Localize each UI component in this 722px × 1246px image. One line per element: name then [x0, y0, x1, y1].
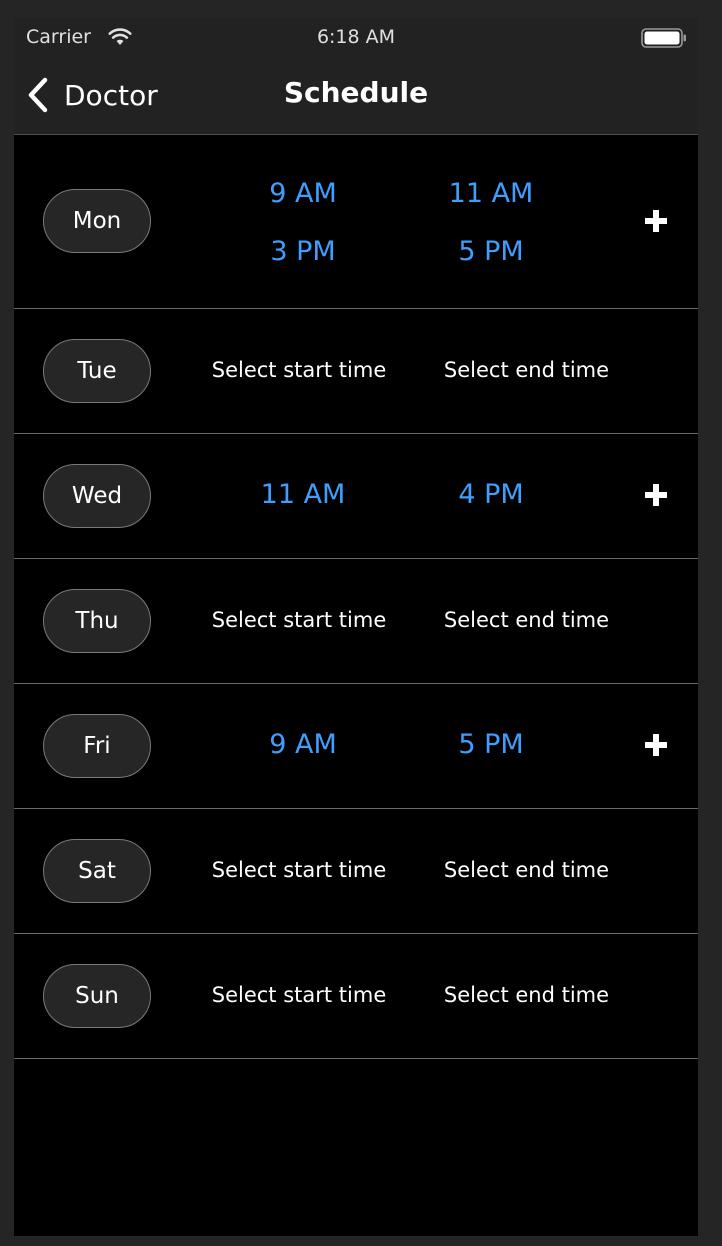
day-button-tue[interactable]: Tue	[43, 339, 151, 403]
battery-icon	[641, 28, 686, 48]
navigation-bar: Doctor Schedule	[14, 58, 698, 135]
day-row-sat: Sat Select start time Select end time	[14, 809, 698, 934]
status-bar: Carrier 6:18 AM	[14, 18, 698, 58]
day-button-fri[interactable]: Fri	[43, 714, 151, 778]
day-row-mon: Mon 9 AM 11 AM 3 PM 5 PM	[14, 135, 698, 309]
end-time-picker[interactable]: Select end time	[434, 858, 619, 882]
day-row-tue: Tue Select start time Select end time	[14, 309, 698, 434]
day-button-mon[interactable]: Mon	[43, 189, 151, 253]
day-button-sat[interactable]: Sat	[43, 839, 151, 903]
start-time-button[interactable]: 9 AM	[223, 729, 383, 760]
start-time-button[interactable]: 9 AM	[223, 178, 383, 209]
schedule-list: Mon 9 AM 11 AM 3 PM 5 PM Tue Select star…	[14, 135, 698, 1059]
status-time: 6:18 AM	[316, 26, 396, 48]
end-time-button[interactable]: 5 PM	[411, 236, 571, 267]
day-row-wed: Wed 11 AM 4 PM	[14, 434, 698, 559]
end-time-picker[interactable]: Select end time	[434, 358, 619, 382]
app-screen: Carrier 6:18 AM Doctor Schedule Mon 9 AM…	[14, 18, 698, 1236]
plus-icon[interactable]	[645, 484, 667, 506]
end-time-button[interactable]: 4 PM	[411, 479, 571, 510]
day-row-sun: Sun Select start time Select end time	[14, 934, 698, 1059]
page-title: Schedule	[283, 76, 429, 109]
end-time-picker[interactable]: Select end time	[434, 983, 619, 1007]
day-button-wed[interactable]: Wed	[43, 464, 151, 528]
start-time-picker[interactable]: Select start time	[204, 983, 394, 1007]
day-button-thu[interactable]: Thu	[43, 589, 151, 653]
plus-icon[interactable]	[645, 210, 667, 232]
start-time-button[interactable]: 3 PM	[223, 236, 383, 267]
end-time-picker[interactable]: Select end time	[434, 608, 619, 632]
start-time-picker[interactable]: Select start time	[204, 358, 394, 382]
start-time-picker[interactable]: Select start time	[204, 608, 394, 632]
start-time-picker[interactable]: Select start time	[204, 858, 394, 882]
start-time-button[interactable]: 11 AM	[223, 479, 383, 510]
plus-icon[interactable]	[645, 734, 667, 756]
day-row-fri: Fri 9 AM 5 PM	[14, 684, 698, 809]
end-time-button[interactable]: 11 AM	[411, 178, 571, 209]
end-time-button[interactable]: 5 PM	[411, 729, 571, 760]
day-button-sun[interactable]: Sun	[43, 964, 151, 1028]
day-row-thu: Thu Select start time Select end time	[14, 559, 698, 684]
